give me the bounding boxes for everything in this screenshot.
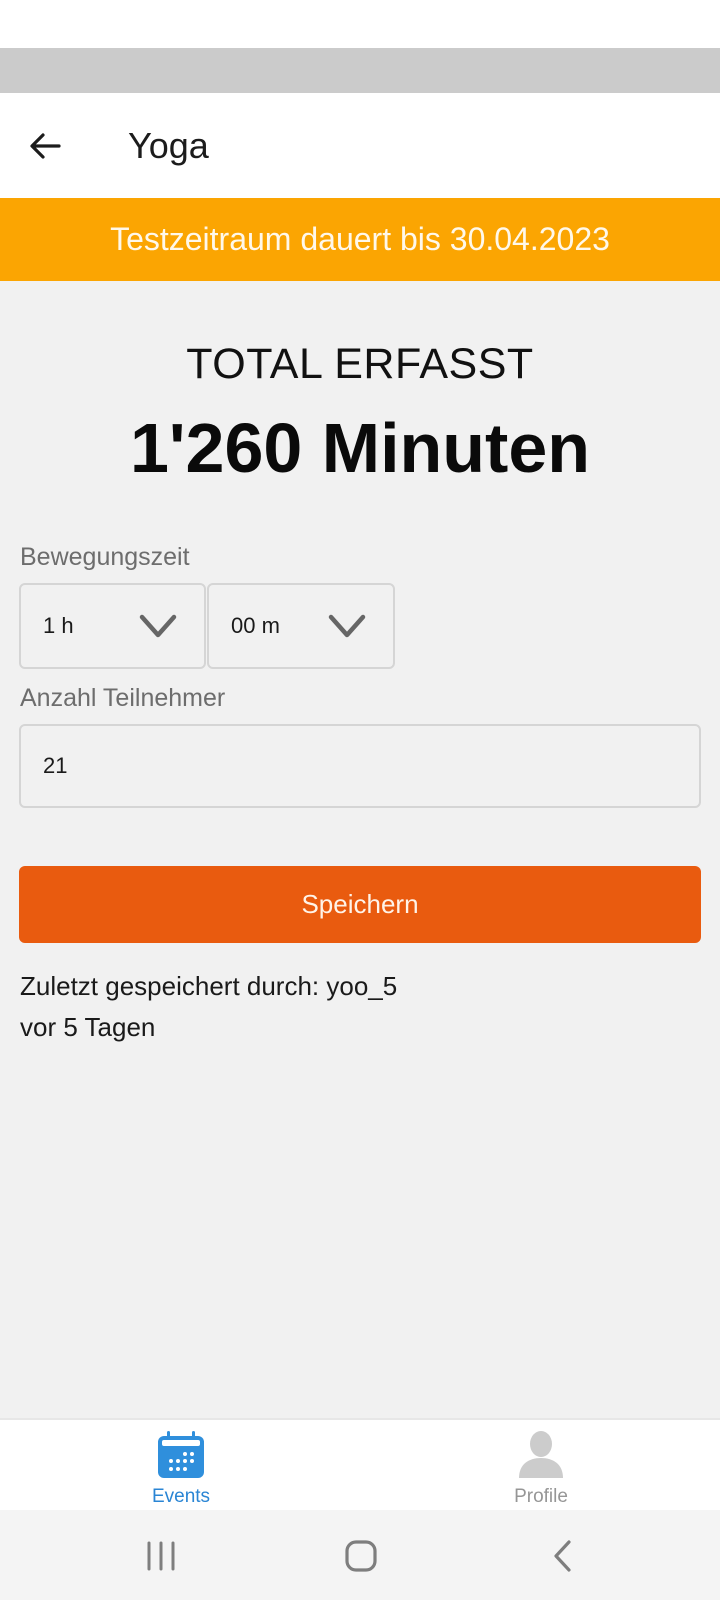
- app-bar: Yoga: [0, 93, 720, 198]
- duration-label: Bewegungszeit: [20, 543, 190, 571]
- last-saved-info: Zuletzt gespeichert durch: yoo_5 vor 5 T…: [20, 966, 397, 1048]
- trial-banner-text: Testzeitraum dauert bis 30.04.2023: [110, 221, 610, 257]
- person-icon: [519, 1431, 563, 1478]
- recents-icon: [147, 1541, 175, 1571]
- save-button[interactable]: Speichern: [19, 866, 701, 943]
- status-bar: [0, 0, 720, 48]
- system-nav-bar: [0, 1510, 720, 1600]
- back-button[interactable]: [22, 123, 68, 169]
- nav-tab-events[interactable]: Events: [91, 1420, 271, 1512]
- participants-label: Anzahl Teilnehmer: [20, 684, 226, 712]
- total-value: 1'260 Minuten: [129, 409, 591, 487]
- minutes-select[interactable]: 00 m: [207, 583, 395, 669]
- page-title: Yoga: [128, 125, 209, 166]
- calendar-icon: [158, 1431, 204, 1478]
- chevron-down-icon: [139, 614, 177, 638]
- nav-tab-profile-label: Profile: [514, 1486, 568, 1507]
- arrow-left-icon: [30, 133, 61, 159]
- hours-select-value: 1 h: [43, 613, 74, 638]
- bottom-nav: Events Profile: [0, 1418, 720, 1510]
- home-button[interactable]: [337, 1532, 385, 1580]
- recents-button[interactable]: [137, 1532, 185, 1580]
- nav-tab-events-label: Events: [151, 1486, 211, 1507]
- chevron-down-icon: [328, 614, 366, 638]
- nav-tab-profile[interactable]: Profile: [451, 1420, 631, 1512]
- total-label: TOTAL ERFASST: [186, 340, 534, 388]
- top-gray-bar: [0, 48, 720, 93]
- minutes-select-value: 00 m: [231, 613, 280, 638]
- participants-input[interactable]: [19, 724, 701, 808]
- system-back-button[interactable]: [539, 1532, 587, 1580]
- trial-banner: Testzeitraum dauert bis 30.04.2023: [0, 198, 720, 281]
- hours-select[interactable]: 1 h: [19, 583, 206, 669]
- last-saved-when: vor 5 Tagen: [20, 1012, 156, 1042]
- home-icon: [345, 1540, 377, 1572]
- last-saved-by: Zuletzt gespeichert durch: yoo_5: [20, 971, 398, 1001]
- back-chevron-icon: [554, 1540, 571, 1572]
